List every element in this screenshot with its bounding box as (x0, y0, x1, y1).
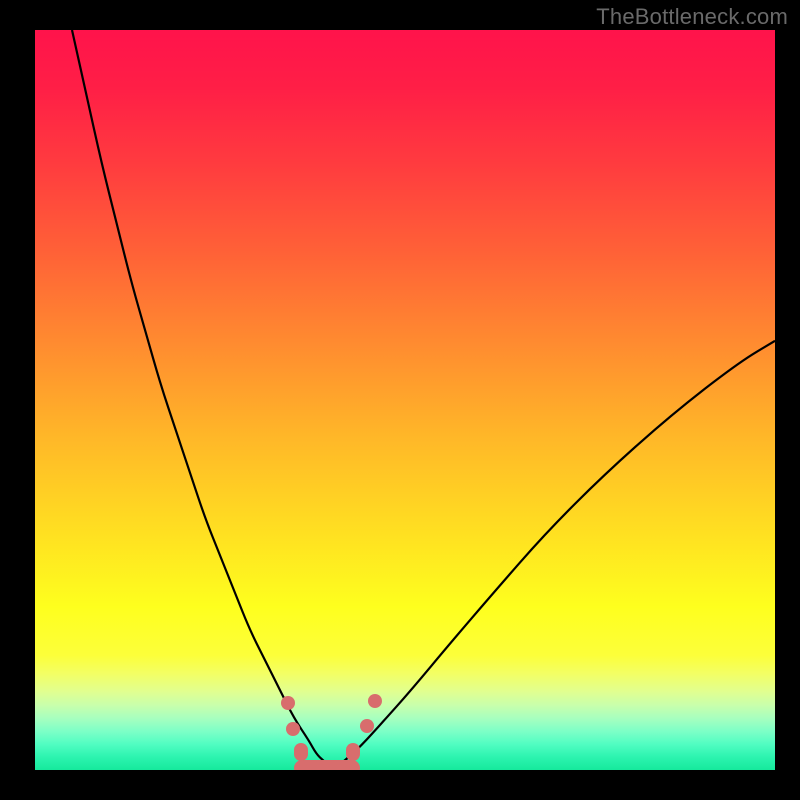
marker-flat-left-cap (294, 743, 308, 761)
marker-flat-run (294, 760, 360, 770)
marker-left-dot-2 (286, 722, 300, 736)
plot-area (35, 30, 775, 770)
marker-flat-right-cap (346, 743, 360, 761)
marker-right-dot-1 (360, 719, 374, 733)
watermark-text: TheBottleneck.com (596, 4, 788, 30)
mismatch-curve (35, 30, 775, 770)
chart-frame: TheBottleneck.com (0, 0, 800, 800)
